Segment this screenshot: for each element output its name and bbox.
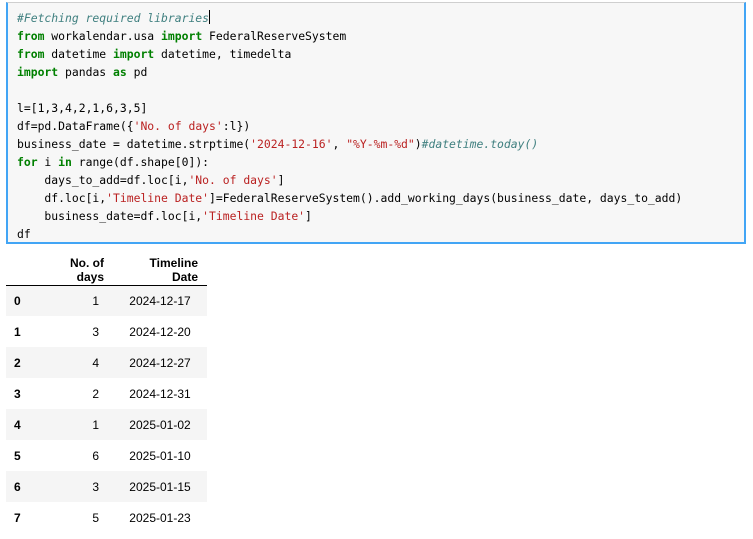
cell-date: 2025-01-15	[129, 479, 191, 494]
table-row: 0 1 2024-12-17	[6, 285, 207, 316]
code-line: df.loc[i,'Timeline Date']=FederalReserve…	[17, 189, 682, 207]
text-cursor	[209, 10, 211, 24]
code-token: ]=FederalReserveSystem().add_working_day…	[209, 191, 683, 205]
code-token: df.loc[i,	[17, 191, 107, 205]
code-line: l=[1,3,4,2,1,6,3,5]	[17, 99, 682, 117]
column-header-days: No. of days	[50, 255, 113, 286]
code-token: import	[161, 29, 203, 43]
code-line: df	[17, 225, 682, 243]
code-line: for i in range(df.shape[0]):	[17, 153, 682, 171]
code-token: range(df.shape[0]):	[71, 155, 210, 169]
row-index: 1	[14, 324, 21, 339]
index-header	[6, 255, 50, 286]
cell-date: 2025-01-10	[129, 448, 191, 463]
code-token: from	[17, 29, 45, 43]
column-header-date: Timeline Date	[113, 255, 207, 286]
code-token: df	[17, 227, 31, 241]
code-token: FederalReserveSystem	[202, 29, 347, 43]
row-index: 0	[14, 293, 21, 308]
cell-date: 2024-12-20	[129, 324, 191, 339]
code-token: import	[17, 65, 59, 79]
code-line: from workalendar.usa import FederalReser…	[17, 27, 682, 45]
row-index: 2	[14, 355, 21, 370]
row-index: 7	[14, 510, 21, 525]
table-row: 7 5 2025-01-23	[6, 502, 207, 533]
cell-days: 4	[92, 355, 99, 370]
cell-date: 2024-12-17	[129, 293, 191, 308]
cell-days: 1	[92, 293, 99, 308]
cell-days: 3	[92, 324, 99, 339]
code-token: #Fetching required libraries	[17, 11, 210, 25]
table-row: 1 3 2024-12-20	[6, 316, 207, 347]
code-token: for	[17, 155, 38, 169]
code-token: in	[58, 155, 72, 169]
code-token: datetime, timedelta	[154, 47, 292, 61]
code-line: days_to_add=df.loc[i,'No. of days']	[17, 171, 682, 189]
row-index: 3	[14, 386, 21, 401]
code-token: pd	[126, 65, 148, 79]
code-token: "%Y-%m-%d"	[346, 137, 415, 151]
cell-days: 3	[92, 479, 99, 494]
code-token: )	[414, 137, 422, 151]
code-token: days_to_add=df.loc[i,	[17, 173, 189, 187]
code-token: from	[17, 47, 45, 61]
code-cell[interactable]: #Fetching required libraries from workale…	[6, 2, 746, 244]
code-token: #datetime.today()	[421, 137, 539, 151]
code-token: ]	[277, 173, 285, 187]
code-token: ,	[332, 137, 347, 151]
code-token: as	[113, 65, 127, 79]
code-token: i	[37, 155, 59, 169]
code-token: '2024-12-16'	[250, 137, 333, 151]
table-row: 3 2 2024-12-31	[6, 378, 207, 409]
code-line: import pandas as pd	[17, 63, 682, 81]
row-index: 4	[14, 417, 21, 432]
table-row: 4 1 2025-01-02	[6, 409, 207, 440]
table-header-row: No. of days Timeline Date	[6, 255, 207, 286]
table-row: 5 6 2025-01-10	[6, 440, 207, 471]
code-token: 'Timeline Date'	[106, 191, 210, 205]
code-editor[interactable]: #Fetching required libraries from workale…	[17, 9, 682, 243]
row-index: 5	[14, 448, 21, 463]
code-line: from datetime import datetime, timedelta	[17, 45, 682, 63]
table-row: 2 4 2024-12-27	[6, 347, 207, 378]
code-token: 'Timeline Date'	[202, 209, 306, 223]
code-token: ]	[305, 209, 312, 223]
code-line: #Fetching required libraries	[17, 9, 682, 27]
code-token: pandas	[58, 65, 114, 79]
cell-days: 6	[92, 448, 99, 463]
cell-days: 5	[92, 510, 99, 525]
code-token: l=[1,3,4,2,1,6,3,5]	[17, 101, 148, 115]
code-token: 'No. of days'	[188, 173, 278, 187]
code-token: df=pd.DataFrame({	[17, 119, 134, 133]
code-token: workalendar.usa	[44, 29, 162, 43]
cell-days: 1	[92, 417, 99, 432]
row-index: 6	[14, 479, 21, 494]
cell-date: 2025-01-02	[129, 417, 191, 432]
code-token: import	[113, 47, 155, 61]
cell-days: 2	[92, 386, 99, 401]
code-token: 'No. of days'	[133, 119, 223, 133]
code-token: :l})	[222, 119, 251, 133]
dataframe-output: No. of days Timeline Date 0 1 2024-12-17…	[6, 255, 207, 533]
code-token: business_date=df.loc[i,	[17, 209, 203, 223]
cell-date: 2024-12-31	[129, 386, 191, 401]
code-token: datetime	[44, 47, 114, 61]
cell-date: 2025-01-23	[129, 510, 191, 525]
code-line: business_date=df.loc[i,'Timeline Date']	[17, 207, 682, 225]
code-token: business_date = datetime.strptime(	[17, 137, 251, 151]
code-line: business_date = datetime.strptime('2024-…	[17, 135, 682, 153]
cell-date: 2024-12-27	[129, 355, 191, 370]
code-line: df=pd.DataFrame({'No. of days':l})	[17, 117, 682, 135]
table-row: 6 3 2025-01-15	[6, 471, 207, 502]
